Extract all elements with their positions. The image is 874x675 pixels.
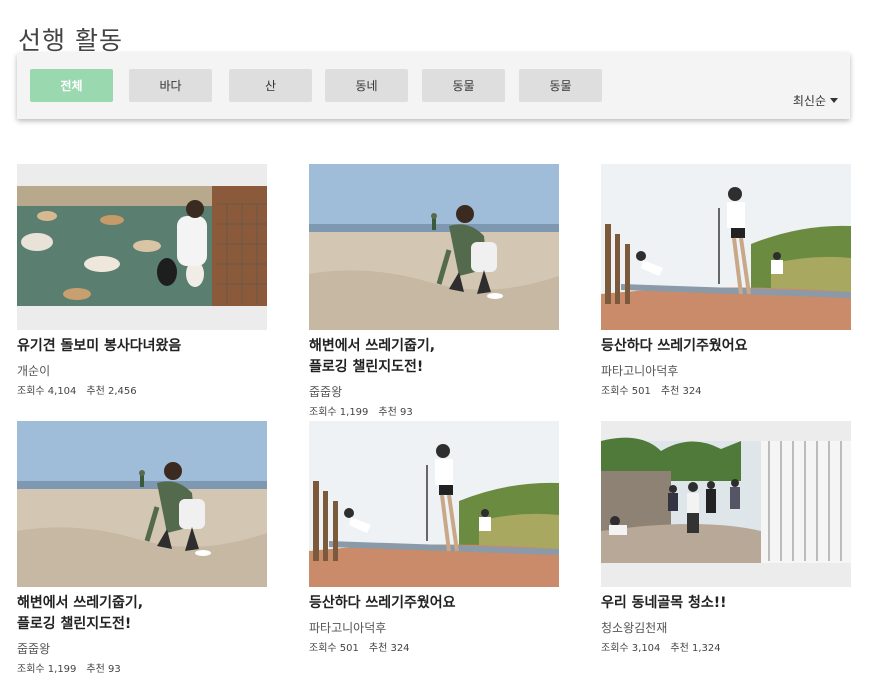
post-stats: 조회수 3,104 추천 1,324 (601, 639, 851, 654)
filter-chip-animal[interactable]: 동물 (422, 69, 505, 102)
post-card[interactable]: 등산하다 쓰레기주웠어요 파타고니아덕후 조회수 501 추천 324 (309, 421, 559, 654)
post-author: 줍줍왕 (17, 642, 51, 656)
like-count: 추천 1,324 (670, 643, 721, 654)
like-count: 추천 324 (660, 386, 702, 397)
post-thumbnail-beach[interactable] (17, 421, 267, 587)
view-count: 조회수 3,104 (601, 643, 661, 654)
post-author: 청소왕김천재 (601, 621, 668, 635)
view-count: 조회수 1,199 (17, 664, 77, 675)
view-count: 조회수 1,199 (309, 407, 369, 418)
post-author: 파타고니아덕후 (601, 364, 679, 378)
post-card[interactable]: 해변에서 쓰레기줍기, 플로깅 챌린지도전! 줍줍왕 조회수 1,199 추천 9… (309, 164, 559, 418)
filter-chip-neighborhood[interactable]: 동네 (325, 69, 408, 102)
post-title[interactable]: 유기견 돌보미 봉사다녀왔음 (17, 336, 267, 357)
caret-down-icon (830, 98, 838, 103)
post-stats: 조회수 501 추천 324 (309, 639, 559, 654)
post-card[interactable]: 우리 동네골목 청소!! 청소왕김천재 조회수 3,104 추천 1,324 (601, 421, 851, 654)
post-title[interactable]: 해변에서 쓰레기줍기, 플로깅 챌린지도전! (17, 593, 267, 635)
filter-chip-sea[interactable]: 바다 (129, 69, 212, 102)
post-title[interactable]: 등산하다 쓰레기주웠어요 (601, 336, 851, 357)
sort-dropdown[interactable]: 최신순 (793, 92, 838, 109)
post-thumbnail-alley[interactable] (601, 421, 851, 587)
view-count: 조회수 501 (601, 386, 651, 397)
view-count: 조회수 4,104 (17, 386, 77, 397)
filter-chip-all[interactable]: 전체 (30, 69, 113, 102)
post-stats: 조회수 501 추천 324 (601, 382, 851, 397)
post-author: 파타고니아덕후 (309, 621, 387, 635)
post-card[interactable]: 유기견 돌보미 봉사다녀왔음 개순이 조회수 4,104 추천 2,456 (17, 164, 267, 397)
post-author: 개순이 (17, 364, 51, 378)
post-thumbnail-hiking[interactable] (601, 164, 851, 330)
like-count: 추천 2,456 (86, 386, 137, 397)
post-author: 줍줍왕 (309, 385, 343, 399)
like-count: 추천 324 (368, 643, 410, 654)
post-stats: 조회수 1,199 추천 93 (309, 403, 559, 418)
like-count: 추천 93 (378, 407, 413, 418)
post-stats: 조회수 1,199 추천 93 (17, 660, 267, 675)
like-count: 추천 93 (86, 664, 121, 675)
post-title[interactable]: 해변에서 쓰레기줍기, 플로깅 챌린지도전! (309, 336, 559, 378)
post-title[interactable]: 우리 동네골목 청소!! (601, 593, 851, 614)
view-count: 조회수 501 (309, 643, 359, 654)
post-title[interactable]: 등산하다 쓰레기주웠어요 (309, 593, 559, 614)
sort-label: 최신순 (792, 94, 826, 108)
filter-chip-animal-2[interactable]: 동물 (519, 69, 602, 102)
filter-panel: 전체 바다 산 동네 동물 동물 최신순 (17, 53, 850, 119)
post-thumbnail-beach[interactable] (309, 164, 559, 330)
page-title: 선행 활동 (18, 25, 123, 55)
filter-chip-mountain[interactable]: 산 (229, 69, 312, 102)
post-thumbnail-hiking[interactable] (309, 421, 559, 587)
post-card[interactable]: 해변에서 쓰레기줍기, 플로깅 챌린지도전! 줍줍왕 조회수 1,199 추천 9… (17, 421, 267, 675)
post-thumbnail-dogs[interactable] (17, 164, 267, 330)
post-card[interactable]: 등산하다 쓰레기주웠어요 파타고니아덕후 조회수 501 추천 324 (601, 164, 851, 397)
post-stats: 조회수 4,104 추천 2,456 (17, 382, 267, 397)
